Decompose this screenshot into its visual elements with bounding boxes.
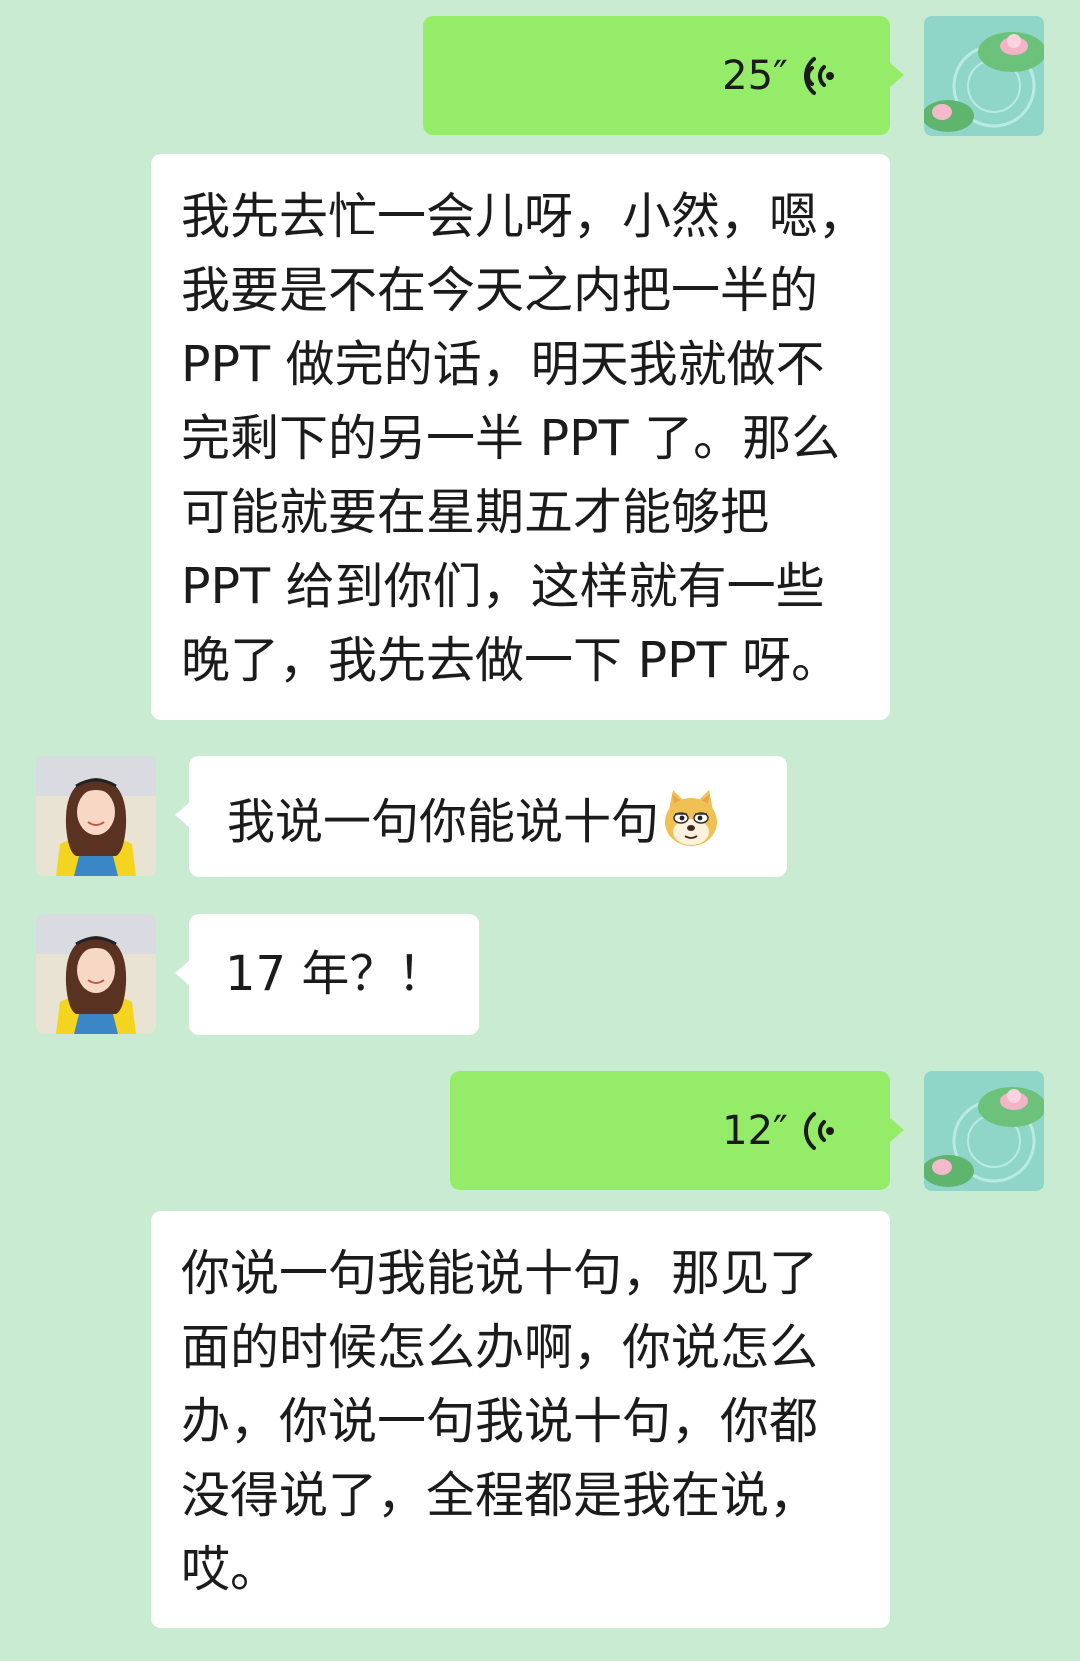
transcript-line: PPT 给到你们，这样就有一些: [181, 558, 825, 615]
voice-wave-icon: [803, 57, 834, 95]
transcript-line: 哎。: [181, 1541, 280, 1598]
contact-avatar[interactable]: [36, 914, 156, 1034]
lotus-pond-avatar-icon: [924, 1071, 1044, 1191]
transcript-line: 晚了，我先去做一下 PPT 呀。: [181, 632, 841, 689]
transcript-line: 我要是不在今天之内把一半的: [181, 262, 819, 319]
voice-wave-icon: [803, 1112, 834, 1150]
lotus-pond-avatar-icon: [924, 16, 1044, 136]
transcript-line: 完剩下的另一半 PPT 了。那么: [181, 410, 841, 467]
self-avatar[interactable]: [924, 1071, 1044, 1191]
transcript-line: PPT 做完的话，明天我就做不: [181, 336, 825, 393]
transcript-line: 面的时候怎么办啊，你说怎么: [181, 1319, 819, 1376]
incoming-message-bubble[interactable]: 17 年？！: [175, 914, 479, 1035]
voice-transcript-bubble: 你说一句我能说十句，那见了 面的时候怎么办啊，你说怎么 办，你说一句我说十句，你…: [151, 1211, 890, 1628]
incoming-message-bubble[interactable]: 我说一句你能说十句: [175, 756, 787, 877]
voice-message-bubble[interactable]: 12″: [450, 1071, 904, 1190]
contact-avatar[interactable]: [36, 756, 156, 876]
self-avatar[interactable]: [924, 16, 1044, 136]
transcript-line: 我先去忙一会儿呀，小然，嗯，: [181, 188, 868, 245]
voice-message-bubble[interactable]: 25″: [423, 16, 904, 135]
message-text: 17 年？！: [225, 946, 446, 1002]
message-text: 我说一句你能说十句: [227, 794, 660, 850]
girl-photo-avatar-icon: [36, 756, 156, 876]
voice-transcript-bubble: 我先去忙一会儿呀，小然，嗯， 我要是不在今天之内把一半的 PPT 做完的话，明天…: [151, 154, 890, 720]
girl-photo-avatar-icon: [36, 914, 156, 1034]
transcript-line: 可能就要在星期五才能够把: [181, 484, 770, 541]
voice-duration: 25″: [722, 53, 788, 99]
transcript-line: 没得说了，全程都是我在说，: [181, 1467, 819, 1524]
doge-emoji-icon: [659, 786, 723, 850]
transcript-line: 你说一句我能说十句，那见了: [181, 1245, 819, 1302]
transcript-line: 办，你说一句我说十句，你都: [181, 1393, 819, 1450]
voice-duration: 12″: [722, 1108, 788, 1154]
